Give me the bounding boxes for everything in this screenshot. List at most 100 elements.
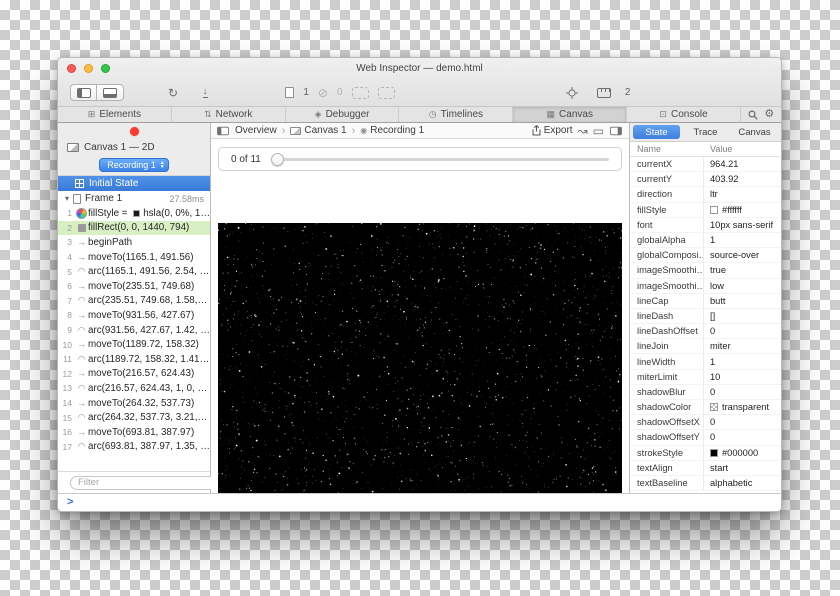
- canvas-call-row[interactable]: 16 → moveTo(693.81, 387.97): [58, 425, 210, 440]
- console-count-badge: 2: [625, 87, 631, 98]
- frame-item[interactable]: ▾ Frame 1 27.58ms: [58, 191, 210, 206]
- state-row[interactable]: currentX 964.21: [630, 157, 781, 172]
- state-row[interactable]: currentY 403.92: [630, 172, 781, 187]
- state-property-value: alphabetic: [704, 478, 781, 488]
- canvas-call-row[interactable]: 14 → moveTo(264.32, 537.73): [58, 396, 210, 411]
- call-label: moveTo(235.51, 749.68): [88, 281, 194, 292]
- state-row[interactable]: lineDash []: [630, 309, 781, 324]
- recording-select[interactable]: Recording 1 ▲▼: [99, 158, 168, 172]
- disclosure-triangle-icon[interactable]: ▾: [65, 195, 69, 203]
- panel-left-icon: [77, 88, 91, 98]
- canvas-call-row[interactable]: 10 → moveTo(1189.72, 158.32): [58, 337, 210, 352]
- path-icon: ↝: [578, 125, 588, 137]
- state-row[interactable]: strokeStyle #000000: [630, 446, 781, 461]
- state-property-name: imageSmoothi…: [630, 263, 704, 277]
- sidebar-right-toggle-button[interactable]: [609, 126, 623, 136]
- reload-button[interactable]: ↻: [162, 84, 184, 102]
- tab-console[interactable]: ⊡ Console: [627, 107, 741, 122]
- show-grid-button[interactable]: ▭: [593, 125, 604, 137]
- state-row[interactable]: shadowOffsetX 0: [630, 415, 781, 430]
- state-row[interactable]: shadowBlur 0: [630, 385, 781, 400]
- filter-input[interactable]: [70, 476, 218, 490]
- show-path-button[interactable]: ↝: [578, 125, 588, 137]
- canvas-call-row[interactable]: 1 fillStyle = hsla(0, 0%, 1…: [58, 206, 210, 221]
- state-row[interactable]: lineJoin miter: [630, 339, 781, 354]
- state-row[interactable]: font 10px sans-serif: [630, 218, 781, 233]
- state-row[interactable]: shadowColor transparent: [630, 400, 781, 415]
- recording-select-value: Recording 1: [107, 160, 156, 170]
- quick-console[interactable]: >: [58, 493, 781, 511]
- state-row[interactable]: textAlign start: [630, 461, 781, 476]
- state-row[interactable]: fillStyle #ffffff: [630, 203, 781, 218]
- details-tab-trace[interactable]: Trace: [682, 125, 729, 139]
- canvas-call-row[interactable]: 13 ◠ arc(216.57, 624.43, 1, 0, …: [58, 381, 210, 396]
- move-icon: →: [75, 428, 88, 437]
- canvas-call-row[interactable]: 7 ◠ arc(235.51, 749.68, 1.58,…: [58, 294, 210, 309]
- canvas-call-row[interactable]: 6 → moveTo(235.51, 749.68): [58, 279, 210, 294]
- state-row[interactable]: imageSmoothi… true: [630, 263, 781, 278]
- window-chrome: Web Inspector — demo.html ↻ ↓ 1 ⊘ 0: [58, 58, 781, 123]
- canvas-call-row[interactable]: 11 ◠ arc(1189.72, 158.32, 1.41…: [58, 352, 210, 367]
- breadcrumb-overview[interactable]: Overview: [235, 125, 277, 136]
- canvas-call-row[interactable]: 17 ◠ arc(693.81, 387.97, 1.35, …: [58, 440, 210, 455]
- canvas-call-row[interactable]: 8 → moveTo(931.56, 427.67): [58, 308, 210, 323]
- state-value-text: 1: [710, 235, 715, 245]
- element-picker-button[interactable]: [561, 84, 583, 102]
- details-tab-canvas[interactable]: Canvas: [731, 125, 778, 139]
- toolbar: ↻ ↓ 1 ⊘ 0 2: [58, 79, 781, 106]
- initial-state-item[interactable]: Initial State: [58, 176, 210, 191]
- tab-network[interactable]: ⇅ Network: [172, 107, 286, 122]
- call-label: beginPath: [88, 237, 132, 248]
- state-row[interactable]: shadowOffsetY 0: [630, 430, 781, 445]
- call-number: 10: [58, 340, 75, 350]
- state-row[interactable]: imageSmoothi… low: [630, 279, 781, 294]
- tab-canvas[interactable]: ▦ Canvas: [513, 107, 627, 122]
- crumb-label: Overview: [235, 125, 277, 136]
- call-number: 6: [58, 281, 75, 291]
- state-row[interactable]: lineWidth 1: [630, 354, 781, 369]
- dock-bottom-button[interactable]: [97, 84, 124, 101]
- canvas-call-row[interactable]: 9 ◠ arc(931.56, 427.67, 1.42, …: [58, 323, 210, 338]
- canvas-call-row[interactable]: 4 → moveTo(1165.1, 491.56): [58, 250, 210, 265]
- download-button[interactable]: ↓: [194, 84, 216, 102]
- tab-elements[interactable]: ⊞ Elements: [58, 107, 172, 122]
- sidebar-left-toggle-button[interactable]: [216, 126, 230, 136]
- scrubber-track[interactable]: [273, 158, 609, 161]
- close-window-button[interactable]: [67, 64, 76, 73]
- state-row[interactable]: lineCap butt: [630, 294, 781, 309]
- title-bar[interactable]: Web Inspector — demo.html: [58, 58, 781, 79]
- canvas-call-row[interactable]: 12 → moveTo(216.57, 624.43): [58, 367, 210, 382]
- zoom-window-button[interactable]: [101, 64, 110, 73]
- breadcrumb-recording-1[interactable]: ◉ Recording 1: [360, 125, 424, 136]
- canvas-call-row[interactable]: 3 → beginPath: [58, 235, 210, 250]
- state-row[interactable]: lineDashOffset 0: [630, 324, 781, 339]
- rulers-button[interactable]: [593, 84, 615, 102]
- dock-side-button[interactable]: [70, 84, 97, 101]
- canvas-call-row[interactable]: 5 ◠ arc(1165.1, 491.56, 2.54, …: [58, 264, 210, 279]
- scrubber-knob[interactable]: [271, 153, 284, 166]
- state-row[interactable]: miterLimit 10: [630, 370, 781, 385]
- state-row[interactable]: textBaseline alphabetic: [630, 476, 781, 491]
- canvas-call-row[interactable]: 2 fillRect(0, 0, 1440, 794): [58, 221, 210, 236]
- call-number: 5: [58, 267, 75, 277]
- details-tab-state[interactable]: State: [633, 125, 680, 139]
- search-button[interactable]: [748, 110, 758, 120]
- tab-timelines[interactable]: ◷ Timelines: [399, 107, 513, 122]
- state-row[interactable]: globalAlpha 1: [630, 233, 781, 248]
- state-property-value: 0: [704, 432, 781, 442]
- canvas-preview[interactable]: [218, 223, 622, 493]
- sidebar-item-canvas-1[interactable]: Canvas 1 — 2D: [58, 139, 210, 155]
- breadcrumb-canvas-1[interactable]: Canvas 1: [290, 125, 346, 136]
- state-value-text: 403.92: [710, 174, 738, 184]
- call-number: 3: [58, 237, 75, 247]
- minimize-window-button[interactable]: [84, 64, 93, 73]
- state-row[interactable]: direction ltr: [630, 187, 781, 202]
- canvas-call-row[interactable]: 15 ◠ arc(264.32, 537.73, 3.21,…: [58, 410, 210, 425]
- arc-icon: ◠: [75, 267, 88, 276]
- tab-debugger[interactable]: ◈ Debugger: [286, 107, 400, 122]
- state-property-value: low: [704, 281, 781, 291]
- export-button[interactable]: Export: [532, 125, 573, 136]
- state-row[interactable]: globalComposi… source-over: [630, 248, 781, 263]
- record-button[interactable]: [130, 127, 139, 136]
- settings-button[interactable]: ⚙: [764, 109, 774, 120]
